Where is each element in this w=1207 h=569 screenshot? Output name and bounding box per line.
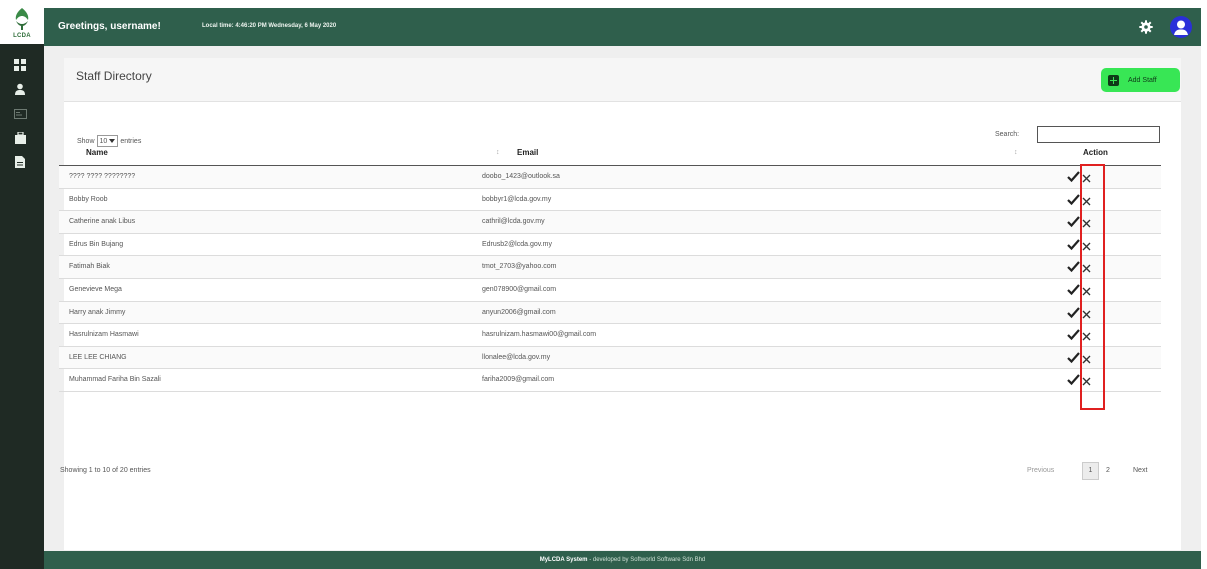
column-header-name[interactable]: Name xyxy=(86,148,108,157)
table-row: Harry anak Jimmy anyun2006@gmail.com xyxy=(59,301,1161,325)
table-row: Catherine anak Libus cathril@lcda.gov.my xyxy=(59,211,1161,234)
reject-x-icon[interactable] xyxy=(1082,374,1091,386)
staff-name: Genevieve Mega xyxy=(69,285,122,293)
reject-x-icon[interactable] xyxy=(1082,194,1091,206)
document-icon xyxy=(15,156,25,168)
briefcase-icon xyxy=(14,132,26,144)
reject-x-icon[interactable] xyxy=(1082,307,1091,319)
staff-name: Harry anak Jimmy xyxy=(69,308,126,316)
staff-email: doobo_1423@outlook.sa xyxy=(482,173,560,180)
footer-credit: - developed by Softworld Software Sdn Bh… xyxy=(589,557,706,563)
reject-x-icon[interactable] xyxy=(1082,329,1091,341)
approve-check-icon[interactable] xyxy=(1067,169,1080,183)
table-header: Name ↕ Email ↕ Action xyxy=(59,143,1161,166)
reject-x-icon[interactable] xyxy=(1082,239,1091,251)
table-row: Muhammad Fariha Bin Sazali fariha2009@gma… xyxy=(59,369,1161,392)
panel-header: Staff Directory Add Staff xyxy=(64,58,1181,102)
plus-icon xyxy=(1108,74,1119,86)
staff-name: Fatimah Biak xyxy=(69,263,110,271)
card-icon xyxy=(13,109,27,119)
reject-x-icon[interactable] xyxy=(1082,352,1091,364)
staff-email: llonalee@lcda.gov.my xyxy=(482,353,551,361)
staff-name: Edrus Bin Bujang xyxy=(69,240,124,248)
staff-email: gen078900@gmail.com xyxy=(482,285,557,293)
pagination-next[interactable]: Next xyxy=(1133,467,1147,474)
column-header-email[interactable]: Email xyxy=(517,148,538,157)
sidebar-item-jobs[interactable] xyxy=(11,130,29,146)
staff-name: Bobby Roob xyxy=(69,195,108,203)
footer-system-name: MyLCDA System xyxy=(539,557,588,563)
table-row: Bobby Roob bobbyr1@lcda.gov.my xyxy=(59,189,1161,212)
table-row: LEE LEE CHIANG llonalee@lcda.gov.my xyxy=(59,346,1161,370)
page-title: Staff Directory xyxy=(76,69,152,83)
approve-check-icon[interactable] xyxy=(1067,282,1080,296)
reject-x-icon[interactable] xyxy=(1082,284,1091,296)
staff-email: hasrulnizam.hasmawi00@gmail.com xyxy=(482,331,597,339)
pagination-page-2[interactable]: 2 xyxy=(1106,467,1110,474)
table-info: Showing 1 to 10 of 20 entries xyxy=(60,467,151,474)
table-row: Hasrulnizam Hasmawi hasrulnizam.hasmawi00… xyxy=(59,324,1161,347)
logo-text: LCDA xyxy=(13,32,31,39)
search-input[interactable] xyxy=(1037,126,1160,143)
main-content: Staff Directory Add Staff Show 10 entrie… xyxy=(44,46,1201,551)
reject-x-icon[interactable] xyxy=(1082,216,1091,228)
dashboard-icon xyxy=(14,59,26,71)
staff-email: fariha2009@gmail.com xyxy=(482,376,555,384)
approve-check-icon[interactable] xyxy=(1067,305,1080,319)
staff-email: bobbyr1@lcda.gov.my xyxy=(482,195,552,203)
staff-name: LEE LEE CHIANG xyxy=(69,353,127,361)
sidebar-item-dashboard[interactable] xyxy=(11,57,29,73)
user-icon xyxy=(14,83,26,95)
user-avatar-icon xyxy=(1174,20,1188,35)
staff-email: tmot_2703@yahoo.com xyxy=(482,263,557,271)
add-staff-button[interactable]: Add Staff xyxy=(1101,68,1180,92)
gear-icon[interactable] xyxy=(1139,20,1153,34)
top-header: Greetings, username! Local time: 4:46:20… xyxy=(44,8,1201,46)
footer: MyLCDA System - developed by Softworld S… xyxy=(44,551,1201,569)
sidebar-item-documents[interactable] xyxy=(11,154,29,170)
search-label: Search: xyxy=(995,131,1020,138)
column-header-action: Action xyxy=(1083,148,1108,157)
sort-icon[interactable]: ↕ xyxy=(1014,149,1018,156)
staff-name: Catherine anak Libus xyxy=(69,218,136,226)
staff-email: anyun2006@gmail.com xyxy=(482,308,556,316)
staff-email: cathril@lcda.gov.my xyxy=(482,218,545,226)
lcda-logo: LCDA xyxy=(0,0,44,44)
pagination-previous[interactable]: Previous xyxy=(1027,467,1054,474)
approve-check-icon[interactable] xyxy=(1067,327,1080,341)
table-row: Fatimah Biak tmot_2703@yahoo.com xyxy=(59,256,1161,279)
sidebar-item-cards[interactable] xyxy=(11,106,29,122)
staff-name: ???? ???? ???????? xyxy=(69,173,136,180)
staff-email: Edrusb2@lcda.gov.my xyxy=(482,240,553,248)
user-avatar[interactable] xyxy=(1170,16,1192,38)
staff-name: Muhammad Fariha Bin Sazali xyxy=(69,376,161,384)
reject-x-icon[interactable] xyxy=(1082,171,1091,183)
table-body: ???? ???? ???????? doobo_1423@outlook.sa B… xyxy=(59,166,1161,392)
approve-check-icon[interactable] xyxy=(1067,192,1080,206)
approve-check-icon[interactable] xyxy=(1067,350,1080,364)
local-time-text: Local time: 4:46:20 PM Wednesday, 6 May … xyxy=(202,23,337,29)
approve-check-icon[interactable] xyxy=(1067,259,1080,273)
staff-name: Hasrulnizam Hasmawi xyxy=(69,331,139,339)
table-row: Genevieve Mega gen078900@gmail.com xyxy=(59,279,1161,302)
approve-check-icon[interactable] xyxy=(1067,237,1080,251)
add-staff-label: Add Staff xyxy=(1128,76,1157,84)
staff-table: Name ↕ Email ↕ Action ???? ???? ????????… xyxy=(59,143,1161,392)
table-row: ???? ???? ???????? doobo_1423@outlook.sa xyxy=(59,166,1161,189)
reject-x-icon[interactable] xyxy=(1082,261,1091,273)
sidebar-item-users[interactable] xyxy=(11,81,29,97)
sort-icon[interactable]: ↕ xyxy=(496,149,500,156)
sidebar: LCDA xyxy=(0,0,44,569)
approve-check-icon[interactable] xyxy=(1067,214,1080,228)
approve-check-icon[interactable] xyxy=(1067,372,1080,386)
table-row: Edrus Bin Bujang Edrusb2@lcda.gov.my xyxy=(59,234,1161,257)
greeting-text: Greetings, username! xyxy=(58,21,161,32)
pagination-page-1[interactable]: 1 xyxy=(1082,462,1099,480)
